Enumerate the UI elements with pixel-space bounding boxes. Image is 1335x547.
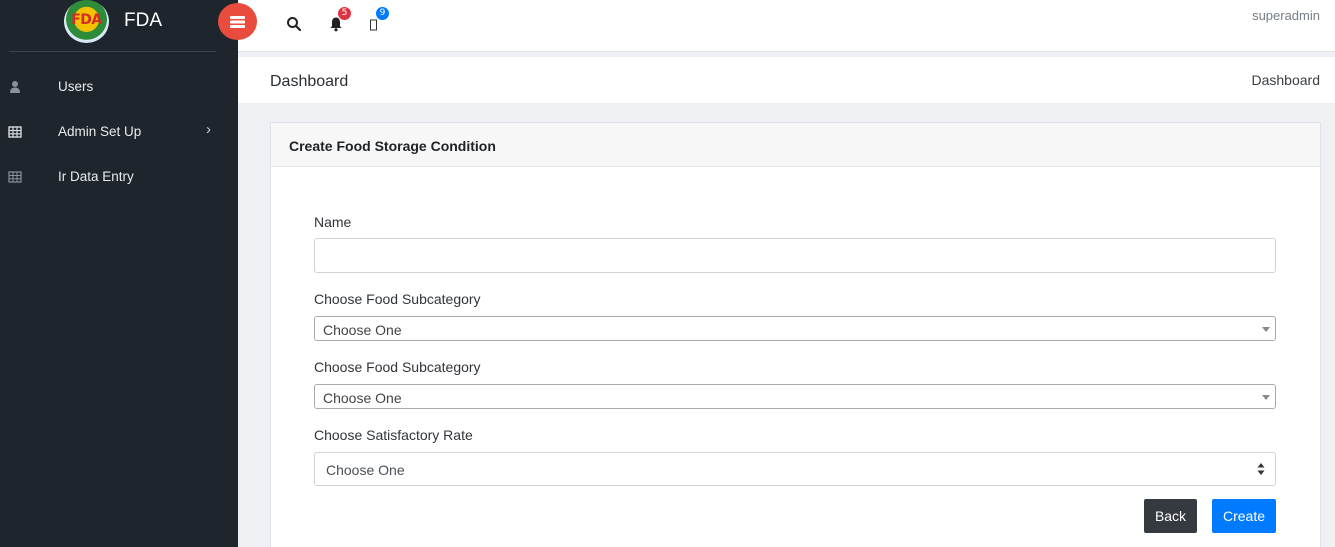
create-form-card: Create Food Storage Condition Name Choos… — [270, 122, 1321, 547]
caret-down-icon — [1262, 395, 1270, 400]
user-icon — [10, 81, 20, 93]
chevron-right-icon: › — [206, 121, 211, 138]
food-subcategory-label-2: Choose Food Subcategory — [314, 359, 481, 375]
select-value: Choose One — [323, 390, 402, 406]
name-label: Name — [314, 214, 352, 230]
caret-down-icon — [1262, 327, 1270, 332]
satisfactory-rate-select[interactable]: Choose One — [314, 452, 1276, 486]
select-value: Choose One — [326, 462, 405, 478]
logo-text: FDA — [71, 12, 102, 28]
fda-logo: FDA — [64, 0, 109, 43]
sidebar-item-ir-data-entry[interactable]: Ir Data Entry — [0, 158, 238, 198]
card-header: Create Food Storage Condition — [271, 123, 1320, 167]
name-input[interactable] — [314, 238, 1276, 273]
sidebar-item-label: Admin Set Up — [58, 124, 142, 139]
select-value: Choose One — [323, 322, 402, 338]
user-menu[interactable]: superadmin — [1252, 8, 1320, 23]
food-subcategory-label: Choose Food Subcategory — [314, 291, 481, 307]
search-icon — [287, 17, 302, 32]
sidebar-toggle-button[interactable] — [218, 3, 257, 40]
page-header: Dashboard Dashboard — [238, 57, 1335, 103]
food-subcategory-select[interactable]: Choose One — [314, 316, 1276, 341]
page-title: Dashboard — [270, 73, 349, 90]
search-button[interactable] — [286, 14, 306, 34]
food-subcategory-select-2[interactable]: Choose One — [314, 384, 1276, 409]
updown-arrows-icon — [1257, 463, 1265, 475]
sidebar-item-admin-setup[interactable]: Admin Set Up › — [0, 113, 238, 153]
sidebar-item-label: Users — [58, 79, 94, 94]
card-title: Create Food Storage Condition — [289, 138, 496, 154]
brand-divider — [9, 51, 216, 52]
notifications-button[interactable]: 5 — [328, 7, 351, 34]
top-navbar: 5 9 superadmin — [218, 0, 1335, 52]
table-icon — [8, 126, 22, 138]
breadcrumb[interactable]: Dashboard — [1252, 72, 1321, 88]
brand[interactable]: FDA FDA — [0, 0, 238, 52]
satisfactory-rate-label: Choose Satisfactory Rate — [314, 427, 473, 443]
create-button[interactable]: Create — [1212, 499, 1276, 533]
sidebar-item-users[interactable]: Users — [0, 68, 238, 108]
brand-title: FDA — [124, 10, 162, 31]
messages-button[interactable]: 9 — [369, 7, 389, 34]
menu-icon — [230, 16, 245, 28]
back-button[interactable]: Back — [1144, 499, 1197, 533]
table-icon — [8, 171, 22, 183]
notification-count-badge: 5 — [338, 7, 351, 20]
message-icon — [370, 19, 377, 31]
message-count-badge: 9 — [376, 7, 389, 20]
sidebar-item-label: Ir Data Entry — [58, 169, 134, 184]
sidebar: FDA FDA Users Admin Set Up › Ir Data Ent… — [0, 0, 238, 547]
